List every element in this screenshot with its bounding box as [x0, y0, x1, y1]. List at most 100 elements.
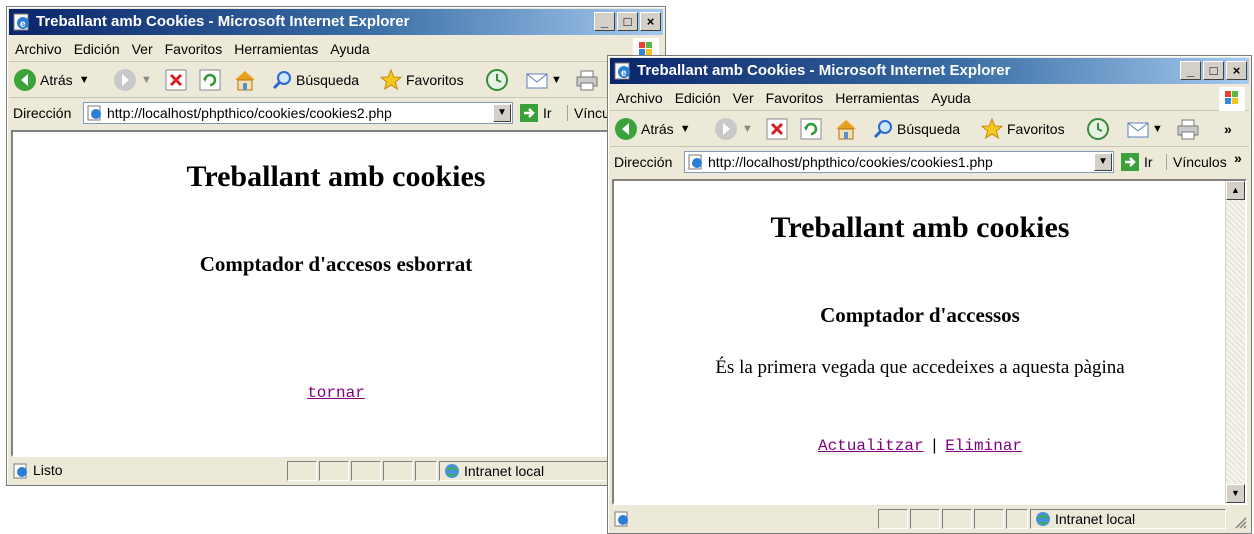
title-bar[interactable]: e Treballant amb Cookies - Microsoft Int…	[9, 9, 663, 35]
history-icon	[486, 69, 508, 91]
search-icon	[272, 71, 291, 90]
browser-window-back[interactable]: e Treballant amb Cookies - Microsoft Int…	[6, 6, 666, 486]
address-input[interactable]: http://localhost/phpthico/cookies/cookie…	[83, 102, 513, 124]
history-button[interactable]	[485, 67, 509, 93]
history-button[interactable]	[1086, 116, 1110, 142]
links-button[interactable]: Víncu	[567, 105, 610, 121]
menu-ver[interactable]: Ver	[733, 90, 754, 106]
menu-edicion[interactable]: Edición	[74, 41, 120, 57]
links-button[interactable]: Vínculos	[1166, 154, 1227, 170]
forward-button[interactable]: ▼	[113, 67, 152, 93]
vertical-scrollbar[interactable]: ▲ ▼	[1225, 181, 1245, 503]
print-icon	[576, 70, 598, 91]
status-pane	[351, 461, 381, 481]
address-dropdown-button[interactable]: ▼	[493, 104, 511, 122]
print-button[interactable]	[1176, 116, 1200, 142]
back-arrow-icon	[615, 118, 637, 140]
mail-icon	[1127, 122, 1149, 138]
back-button[interactable]: Atrás ▼	[13, 67, 90, 93]
scroll-up-button[interactable]: ▲	[1226, 181, 1245, 200]
menu-ayuda[interactable]: Ayuda	[330, 41, 369, 57]
ie-page-icon	[614, 511, 628, 527]
mail-button[interactable]: ▼	[1126, 116, 1163, 142]
menu-favoritos[interactable]: Favoritos	[165, 41, 223, 57]
page-message: És la primera vegada que accedeixes a aq…	[715, 357, 1125, 378]
url-text: http://localhost/phpthico/cookies/cookie…	[107, 105, 392, 121]
title-bar[interactable]: e Treballant amb Cookies - Microsoft Int…	[610, 58, 1249, 84]
ie-page-icon	[87, 105, 101, 121]
status-pane	[942, 509, 972, 529]
stop-button[interactable]	[165, 67, 187, 93]
mail-button[interactable]: ▼	[525, 67, 562, 93]
refresh-button[interactable]	[800, 116, 822, 142]
standard-toolbar: Atrás ▼ ▼ Búsqueda Favoritos ▼	[9, 63, 663, 98]
menu-archivo[interactable]: Archivo	[15, 41, 62, 57]
links-overflow-chevron[interactable]: »	[1234, 150, 1242, 166]
refresh-button[interactable]	[199, 67, 221, 93]
minimize-button[interactable]: _	[594, 12, 615, 31]
toolbar-overflow-chevron[interactable]: »	[1224, 116, 1232, 142]
home-button[interactable]	[834, 116, 858, 142]
favorites-button[interactable]: Favoritos	[379, 67, 464, 93]
minimize-button[interactable]: _	[1180, 61, 1201, 80]
go-arrow-icon	[520, 104, 538, 122]
forward-arrow-icon	[114, 69, 136, 91]
maximize-button[interactable]: □	[1203, 61, 1224, 80]
page-content: Treballant amb cookies Comptador d'acces…	[612, 179, 1247, 505]
search-label: Búsqueda	[296, 72, 360, 88]
security-zone-pane: Intranet local	[1030, 509, 1226, 529]
page-heading: Treballant amb cookies	[186, 160, 486, 193]
page-subheading: Comptador d'accessos	[820, 303, 1020, 327]
home-button[interactable]	[233, 67, 257, 93]
zone-label: Intranet local	[464, 463, 545, 479]
address-dropdown-button[interactable]: ▼	[1094, 153, 1112, 171]
home-icon	[836, 120, 856, 140]
go-button[interactable]: Ir	[519, 103, 552, 123]
page-heading: Treballant amb cookies	[770, 211, 1070, 244]
status-pane	[383, 461, 413, 481]
ie-page-icon: e	[13, 13, 29, 31]
standard-toolbar: Atrás ▼ ▼ Búsqueda Favoritos ▼	[610, 112, 1249, 147]
back-button[interactable]: Atrás ▼	[614, 116, 691, 142]
tornar-link[interactable]: tornar	[307, 384, 365, 402]
menu-herramientas[interactable]: Herramientas	[835, 90, 919, 106]
forward-arrow-icon	[715, 118, 737, 140]
address-bar: Dirección http://localhost/phpthico/cook…	[610, 148, 1249, 176]
ie-page-icon	[688, 154, 702, 170]
mail-icon	[526, 73, 548, 89]
go-button[interactable]: Ir	[1120, 152, 1153, 172]
menu-archivo[interactable]: Archivo	[616, 90, 663, 106]
menu-herramientas[interactable]: Herramientas	[234, 41, 318, 57]
resize-grip-icon[interactable]	[1233, 515, 1247, 529]
go-arrow-icon	[1121, 153, 1139, 171]
status-pane	[319, 461, 349, 481]
home-icon	[235, 71, 255, 91]
browser-window-front[interactable]: e Treballant amb Cookies - Microsoft Int…	[607, 55, 1252, 534]
maximize-button[interactable]: □	[617, 12, 638, 31]
favorites-button[interactable]: Favoritos	[980, 116, 1065, 142]
address-input[interactable]: http://localhost/phpthico/cookies/cookie…	[684, 151, 1114, 173]
svg-text:e: e	[621, 68, 627, 79]
menu-edicion[interactable]: Edición	[675, 90, 721, 106]
status-pane	[974, 509, 1004, 529]
close-button[interactable]: ×	[640, 12, 661, 31]
stop-icon	[766, 118, 788, 140]
search-button[interactable]: Búsqueda	[271, 67, 359, 93]
status-pane	[287, 461, 317, 481]
favorites-star-icon	[379, 68, 403, 91]
menu-favoritos[interactable]: Favoritos	[766, 90, 824, 106]
print-button[interactable]	[575, 67, 599, 93]
back-label: Atrás	[641, 121, 674, 137]
scroll-down-button[interactable]: ▼	[1226, 484, 1245, 503]
menu-ayuda[interactable]: Ayuda	[931, 90, 970, 106]
search-icon	[873, 120, 892, 139]
close-button[interactable]: ×	[1226, 61, 1247, 80]
actualitzar-link[interactable]: Actualitzar	[818, 437, 924, 455]
menu-ver[interactable]: Ver	[132, 41, 153, 57]
forward-button[interactable]: ▼	[714, 116, 753, 142]
window-title: Treballant amb Cookies - Microsoft Inter…	[36, 13, 410, 30]
stop-button[interactable]	[766, 116, 788, 142]
search-button[interactable]: Búsqueda	[872, 116, 960, 142]
favorites-label: Favoritos	[406, 72, 464, 88]
eliminar-link[interactable]: Eliminar	[945, 437, 1022, 455]
